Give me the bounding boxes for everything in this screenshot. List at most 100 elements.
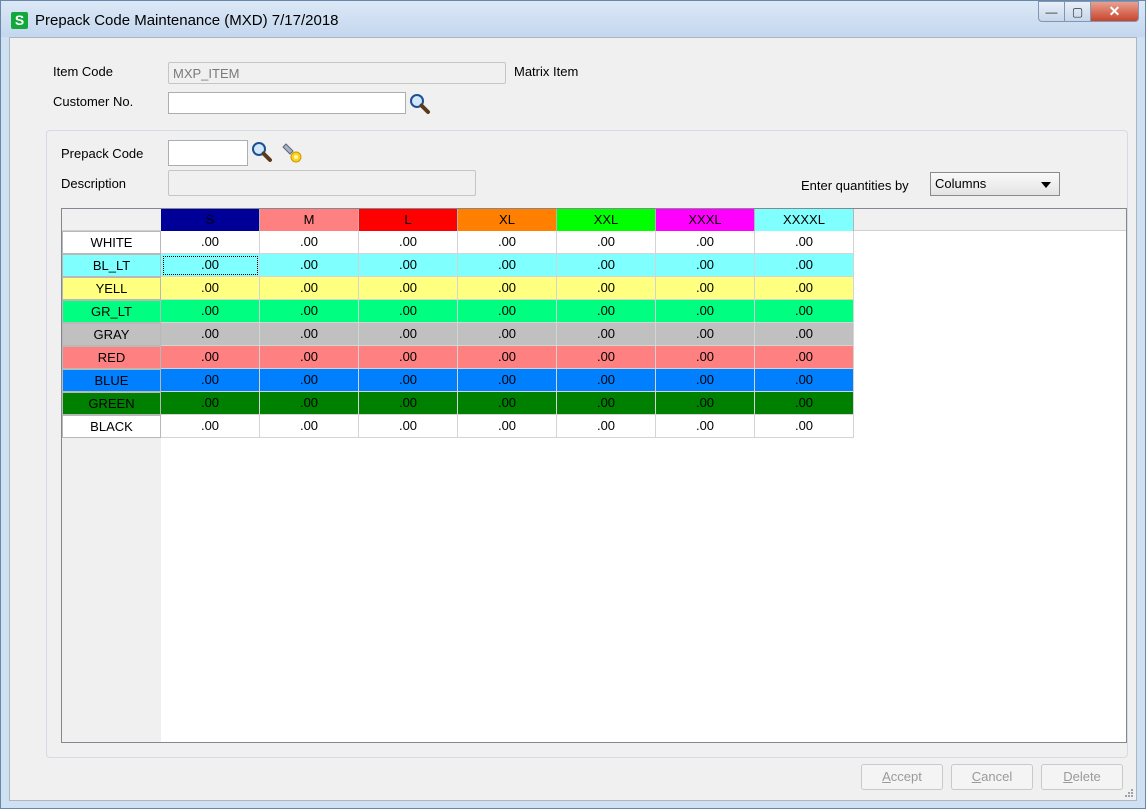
grid-cell[interactable]: .00 bbox=[557, 323, 656, 346]
title-bar[interactable]: S Prepack Code Maintenance (MXD) 7/17/20… bbox=[1, 1, 1145, 37]
grid-cell[interactable]: .00 bbox=[656, 415, 755, 438]
grid-cell[interactable]: .00 bbox=[557, 231, 656, 254]
grid-cell[interactable]: .00 bbox=[656, 346, 755, 369]
grid-cell[interactable]: .00 bbox=[755, 392, 854, 415]
grid-cell[interactable]: .00 bbox=[161, 300, 260, 323]
grid-cell[interactable]: .00 bbox=[260, 369, 359, 392]
grid-cell[interactable]: .00 bbox=[260, 254, 359, 277]
grid-cell[interactable]: .00 bbox=[458, 300, 557, 323]
row-header: YELL bbox=[62, 277, 161, 300]
item-code-field: MXP_ITEM bbox=[168, 62, 506, 84]
grid-cell[interactable]: .00 bbox=[359, 392, 458, 415]
grid-cell[interactable]: .00 bbox=[458, 254, 557, 277]
column-header: L bbox=[359, 209, 458, 231]
grid-cell[interactable]: .00 bbox=[458, 231, 557, 254]
grid-cell[interactable]: .00 bbox=[359, 277, 458, 300]
grid-cell[interactable]: .00 bbox=[656, 369, 755, 392]
row-header: WHITE bbox=[62, 231, 161, 254]
grid-cell[interactable]: .00 bbox=[359, 415, 458, 438]
grid-cell[interactable]: .00 bbox=[656, 277, 755, 300]
grid-cell[interactable]: .00 bbox=[557, 277, 656, 300]
grid-cell[interactable]: .00 bbox=[161, 277, 260, 300]
grid-cell[interactable]: .00 bbox=[557, 300, 656, 323]
cancel-button[interactable]: Cancel bbox=[951, 764, 1033, 790]
grid-cell[interactable]: .00 bbox=[755, 346, 854, 369]
row-header: BLACK bbox=[62, 415, 161, 438]
grid-cell[interactable]: .00 bbox=[458, 323, 557, 346]
row-header: GRAY bbox=[62, 323, 161, 346]
resize-grip-icon[interactable] bbox=[1124, 788, 1134, 798]
row-header: BL_LT bbox=[62, 254, 161, 277]
enter-qty-select[interactable]: Columns bbox=[930, 172, 1060, 196]
grid-cell[interactable]: .00 bbox=[161, 323, 260, 346]
grid-cell[interactable]: .00 bbox=[161, 369, 260, 392]
grid-cell[interactable]: .00 bbox=[359, 369, 458, 392]
grid-cell[interactable]: .00 bbox=[260, 392, 359, 415]
grid-cell[interactable]: .00 bbox=[755, 277, 854, 300]
grid-cell[interactable]: .00 bbox=[557, 369, 656, 392]
grid-cell[interactable]: .00 bbox=[161, 392, 260, 415]
grid-cell[interactable]: .00 bbox=[656, 323, 755, 346]
grid-cell[interactable]: .00 bbox=[359, 346, 458, 369]
grid-cell[interactable]: .00 bbox=[656, 392, 755, 415]
flashlight-icon[interactable] bbox=[280, 142, 304, 164]
column-header: XXXL bbox=[656, 209, 755, 231]
grid-cell[interactable]: .00 bbox=[557, 392, 656, 415]
cancel-label: ancel bbox=[981, 769, 1013, 784]
grid-cell[interactable]: .00 bbox=[755, 231, 854, 254]
grid-cell[interactable]: .00 bbox=[161, 415, 260, 438]
accept-button[interactable]: Accept bbox=[861, 764, 943, 790]
grid-cell[interactable]: .00 bbox=[359, 323, 458, 346]
grid-cell[interactable]: .00 bbox=[458, 277, 557, 300]
grid-cell[interactable]: .00 bbox=[458, 415, 557, 438]
grid-cell[interactable]: .00 bbox=[260, 346, 359, 369]
grid-cell[interactable]: .00 bbox=[755, 323, 854, 346]
grid-cell[interactable]: .00 bbox=[260, 300, 359, 323]
grid-cell[interactable]: .00 bbox=[557, 254, 656, 277]
grid-cell[interactable]: .00 bbox=[557, 415, 656, 438]
close-button[interactable]: ✕ bbox=[1091, 1, 1139, 22]
window-title: Prepack Code Maintenance (MXD) 7/17/2018 bbox=[35, 12, 339, 29]
customer-no-field[interactable] bbox=[168, 92, 406, 114]
grid-cell[interactable]: .00 bbox=[359, 231, 458, 254]
grid-cell[interactable]: .00 bbox=[260, 415, 359, 438]
close-icon: ✕ bbox=[1108, 3, 1121, 19]
grid-cell[interactable]: .00 bbox=[755, 254, 854, 277]
grid-cell[interactable]: .00 bbox=[458, 369, 557, 392]
magnifier-icon[interactable] bbox=[251, 141, 273, 163]
grid-cell[interactable]: .00 bbox=[755, 300, 854, 323]
grid-cell[interactable]: .00 bbox=[161, 231, 260, 254]
grid-cell[interactable]: .00 bbox=[656, 300, 755, 323]
row-header: RED bbox=[62, 346, 161, 369]
minimize-button[interactable]: — bbox=[1038, 1, 1065, 22]
grid-cell[interactable]: .00 bbox=[458, 392, 557, 415]
grid-cell[interactable]: .00 bbox=[161, 346, 260, 369]
maximize-button[interactable]: ▢ bbox=[1065, 1, 1091, 22]
grid-cell[interactable]: .00 bbox=[557, 346, 656, 369]
delete-label: elete bbox=[1072, 769, 1101, 784]
grid-cell[interactable]: .00 bbox=[260, 231, 359, 254]
grid-cell[interactable]: .00 bbox=[458, 346, 557, 369]
grid-cell[interactable]: .00 bbox=[260, 277, 359, 300]
grid-cell[interactable]: .00 bbox=[359, 300, 458, 323]
delete-button[interactable]: Delete bbox=[1041, 764, 1123, 790]
magnifier-icon[interactable] bbox=[409, 93, 431, 115]
prepack-grid: S M L XL XXL XXXL XXXXL WHITE .00.00.00.00.00.00… bbox=[61, 208, 1127, 743]
description-field bbox=[168, 170, 476, 196]
chevron-down-icon bbox=[1041, 182, 1051, 188]
minimize-icon: — bbox=[1045, 4, 1058, 19]
column-header: XXXXL bbox=[755, 209, 854, 231]
grid-cell[interactable]: .00 bbox=[161, 254, 260, 277]
grid-cell[interactable]: .00 bbox=[755, 369, 854, 392]
prepack-code-field[interactable] bbox=[168, 140, 248, 166]
grid-cell[interactable]: .00 bbox=[755, 415, 854, 438]
app-icon: S bbox=[11, 12, 28, 29]
grid-cell[interactable]: .00 bbox=[656, 231, 755, 254]
grid-cell[interactable]: .00 bbox=[260, 323, 359, 346]
accept-label: ccept bbox=[890, 769, 922, 784]
window-controls: — ▢ ✕ bbox=[1038, 1, 1139, 23]
column-header: XL bbox=[458, 209, 557, 231]
grid-cell[interactable]: .00 bbox=[656, 254, 755, 277]
grid-cell[interactable]: .00 bbox=[359, 254, 458, 277]
customer-no-label: Customer No. bbox=[53, 94, 134, 109]
